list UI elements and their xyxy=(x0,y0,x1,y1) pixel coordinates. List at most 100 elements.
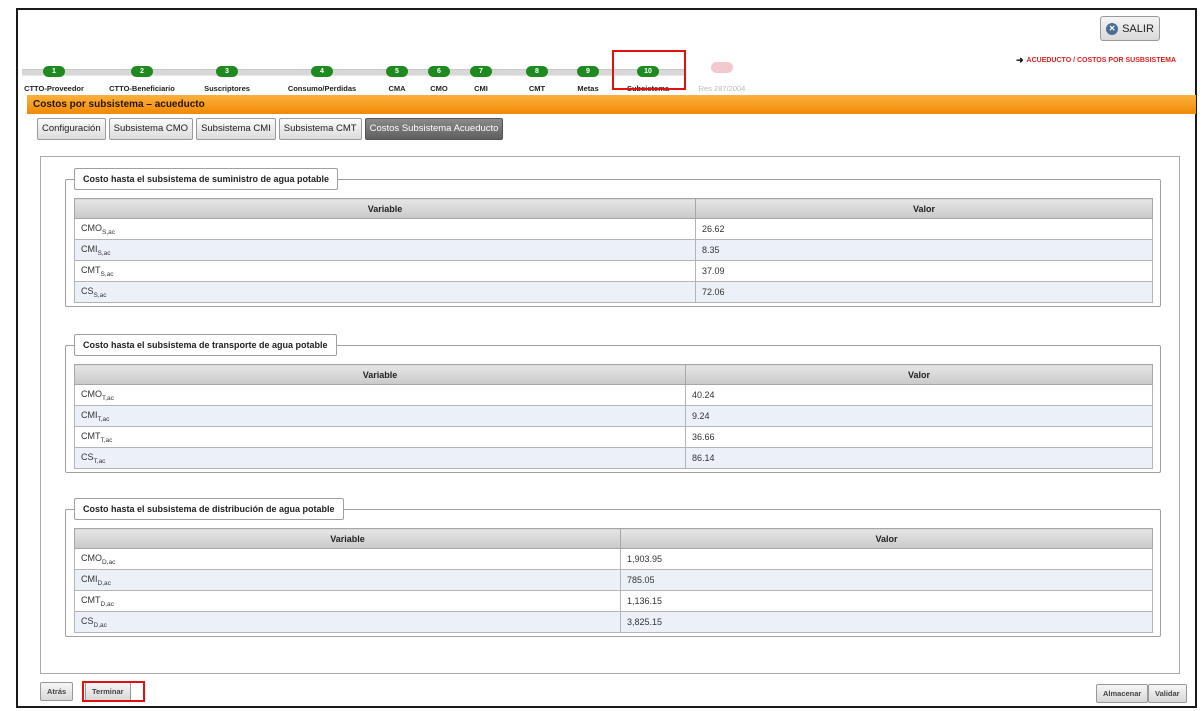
variable-cell: CSD,ac xyxy=(74,611,621,633)
value-cell: 9.24 xyxy=(685,405,1153,427)
step-ctto-proveedor[interactable]: 1 CTTO-Proveedor xyxy=(22,60,86,93)
step-number: 3 xyxy=(216,66,238,77)
table-row: CMOD,ac 1,903.95 xyxy=(74,548,1153,570)
content-panel: Costo hasta el subsistema de suministro … xyxy=(40,156,1180,674)
value-cell: 785.05 xyxy=(620,569,1153,591)
column-header-variable: Variable xyxy=(74,528,621,549)
costs-table-distribucion: Variable Valor CMOD,ac 1,903.95 CMID,ac … xyxy=(74,528,1153,633)
step-ctto-beneficiario[interactable]: 2 CTTO-Beneficiario xyxy=(100,60,184,93)
tab-subsistema-cmo[interactable]: Subsistema CMO xyxy=(108,118,194,140)
almacenar-button[interactable]: Almacenar xyxy=(1096,684,1149,703)
table-row: CSD,ac 3,825.15 xyxy=(74,611,1153,633)
step-label: Suscriptores xyxy=(204,84,250,93)
step-label: CTTO-Beneficiario xyxy=(109,84,175,93)
costs-table-transporte: Variable Valor CMOT,ac 40.24 CMIT,ac 9.2… xyxy=(74,364,1153,469)
value-cell: 72.06 xyxy=(695,281,1153,303)
step-metas[interactable]: 9 Metas xyxy=(572,60,604,93)
step-number: 6 xyxy=(428,66,450,77)
variable-cell: CMTS,ac xyxy=(74,260,696,282)
table-row: CMIS,ac 8.35 xyxy=(74,239,1153,261)
variable-cell: CST,ac xyxy=(74,447,686,469)
group-title: Costo hasta el subsistema de distribució… xyxy=(74,498,344,520)
group-transporte: Costo hasta el subsistema de transporte … xyxy=(65,334,1161,473)
breadcrumb: ➜ ACUEDUCTO / COSTOS POR SUSBSISTEMA xyxy=(1016,55,1176,66)
column-header-variable: Variable xyxy=(74,364,686,385)
step-number: 8 xyxy=(526,66,548,77)
table-row: CMIT,ac 9.24 xyxy=(74,405,1153,427)
column-header-variable: Variable xyxy=(74,198,696,219)
step-cma[interactable]: 5 CMA xyxy=(382,60,412,93)
column-header-valor: Valor xyxy=(620,528,1153,549)
step-number xyxy=(711,62,733,73)
value-cell: 1,136.15 xyxy=(620,590,1153,612)
tab-subsistema-cmi[interactable]: Subsistema CMI xyxy=(196,118,276,140)
table-row: CMOT,ac 40.24 xyxy=(74,384,1153,406)
step-label: CMT xyxy=(528,84,546,93)
value-cell: 37.09 xyxy=(695,260,1153,282)
terminar-highlight xyxy=(82,681,145,702)
variable-cell: CMIS,ac xyxy=(74,239,696,261)
step-number: 5 xyxy=(386,66,408,77)
tab-costos-subsistema-acueducto[interactable]: Costos Subsistema Acueducto xyxy=(364,118,504,140)
section-title: Costos por subsistema – acueducto xyxy=(27,95,1196,114)
table-row: CST,ac 86.14 xyxy=(74,447,1153,469)
column-header-valor: Valor xyxy=(685,364,1153,385)
step-suscriptores[interactable]: 3 Suscriptores xyxy=(198,60,256,93)
variable-cell: CMOD,ac xyxy=(74,548,621,570)
step-label: Consumo/Perdidas xyxy=(287,84,357,93)
variable-cell: CMIT,ac xyxy=(74,405,686,427)
step-number: 4 xyxy=(311,66,333,77)
variable-cell: CMOS,ac xyxy=(74,218,696,240)
table-row: CMTS,ac 37.09 xyxy=(74,260,1153,282)
table-row: CMTT,ac 36.66 xyxy=(74,426,1153,448)
salir-label: SALIR xyxy=(1122,22,1154,35)
step-consumo-perdidas[interactable]: 4 Consumo/Perdidas xyxy=(282,60,362,93)
group-title: Costo hasta el subsistema de transporte … xyxy=(74,334,337,356)
step-number: 1 xyxy=(43,66,65,77)
current-step-highlight xyxy=(612,50,686,90)
step-number: 2 xyxy=(131,66,153,77)
variable-cell: CMID,ac xyxy=(74,569,621,591)
group-distribucion: Costo hasta el subsistema de distribució… xyxy=(65,498,1161,637)
value-cell: 86.14 xyxy=(685,447,1153,469)
step-number: 7 xyxy=(470,66,492,77)
breadcrumb-text: ACUEDUCTO / COSTOS POR SUSBSISTEMA xyxy=(1026,57,1177,64)
group-suministro: Costo hasta el subsistema de suministro … xyxy=(65,168,1161,307)
step-label: CMI xyxy=(474,84,488,93)
value-cell: 36.66 xyxy=(685,426,1153,448)
variable-cell: CMOT,ac xyxy=(74,384,686,406)
variable-cell: CMTD,ac xyxy=(74,590,621,612)
atras-button[interactable]: Atrás xyxy=(40,682,74,701)
variable-cell: CSS,ac xyxy=(74,281,696,303)
step-label: Metas xyxy=(577,84,599,93)
validar-button[interactable]: Validar xyxy=(1148,684,1187,703)
subtab-bar: Configuración Subsistema CMO Subsistema … xyxy=(37,118,504,140)
value-cell: 26.62 xyxy=(695,218,1153,240)
step-cmo[interactable]: 6 CMO xyxy=(424,60,454,93)
column-header-valor: Valor xyxy=(695,198,1153,219)
table-row: CMTD,ac 1,136.15 xyxy=(74,590,1153,612)
arrow-right-icon: ➜ xyxy=(1016,55,1024,65)
step-label: Res 287/2004 xyxy=(698,84,746,93)
step-label: CMA xyxy=(388,84,406,93)
value-cell: 1,903.95 xyxy=(620,548,1153,570)
tab-subsistema-cmt[interactable]: Subsistema CMT xyxy=(278,118,362,140)
step-res-287-2004: Res 287/2004 xyxy=(692,60,752,93)
value-cell: 3,825.15 xyxy=(620,611,1153,633)
variable-cell: CMTT,ac xyxy=(74,426,686,448)
salir-button[interactable]: ✕ SALIR xyxy=(1100,16,1160,41)
table-row: CSS,ac 72.06 xyxy=(74,281,1153,303)
tab-configuracion[interactable]: Configuración xyxy=(37,118,106,140)
costs-table-suministro: Variable Valor CMOS,ac 26.62 CMIS,ac 8.3… xyxy=(74,198,1153,303)
step-cmi[interactable]: 7 CMI xyxy=(466,60,496,93)
table-row: CMOS,ac 26.62 xyxy=(74,218,1153,240)
group-title: Costo hasta el subsistema de suministro … xyxy=(74,168,339,190)
value-cell: 40.24 xyxy=(685,384,1153,406)
step-label: CTTO-Proveedor xyxy=(24,84,84,93)
value-cell: 8.35 xyxy=(695,239,1153,261)
close-icon: ✕ xyxy=(1106,22,1119,35)
table-row: CMID,ac 785.05 xyxy=(74,569,1153,591)
step-number: 9 xyxy=(577,66,599,77)
step-cmt[interactable]: 8 CMT xyxy=(522,60,552,93)
step-label: CMO xyxy=(430,84,448,93)
